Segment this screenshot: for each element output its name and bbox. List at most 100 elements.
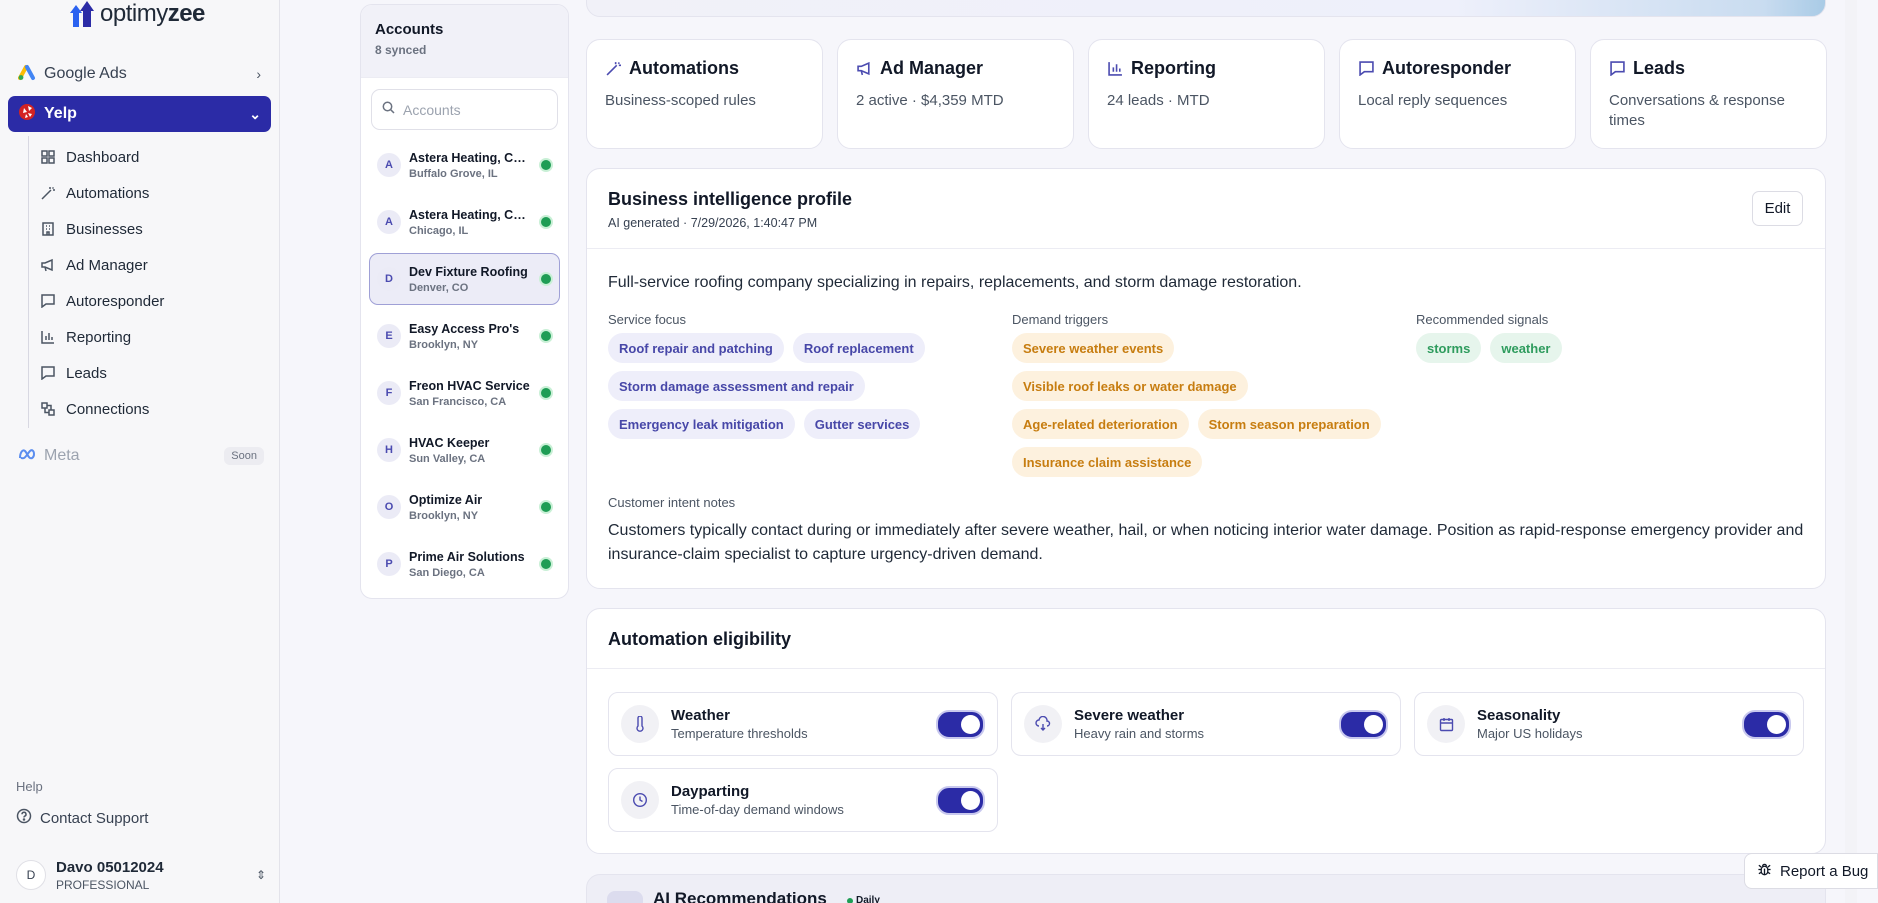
nav-google-ads[interactable]: Google Ads › — [8, 56, 271, 92]
account-item[interactable]: E Easy Access Pro's Brooklyn, NY — [369, 310, 560, 362]
trigger-chip: Severe weather events — [1012, 333, 1175, 363]
wand-icon — [605, 61, 621, 77]
user-menu[interactable]: D Davo 05012024 PROFESSIONAL ⇕ — [16, 854, 266, 896]
chat-icon — [1609, 61, 1625, 77]
demand-triggers-label: Demand triggers — [1012, 312, 1109, 327]
nav-meta: Meta Soon — [18, 443, 264, 469]
status-dot — [539, 158, 553, 172]
account-location: San Diego, CA — [409, 566, 485, 579]
card-title: Ad Manager — [880, 58, 984, 78]
card-ad-manager[interactable]: Ad Manager 2 active · $4,359 MTD — [837, 39, 1074, 149]
status-dot — [539, 443, 553, 457]
grid-icon — [40, 149, 56, 165]
account-location: Brooklyn, NY — [409, 338, 479, 351]
eligibility-header: Automation eligibility — [587, 609, 1825, 669]
eligibility-seasonality: Seasonality Major US holidays — [1414, 692, 1804, 756]
chat-icon — [40, 293, 56, 309]
eligibility-title-text: Dayparting — [671, 783, 750, 800]
subnav-ad-manager[interactable]: Ad Manager — [40, 250, 148, 280]
brand-name: optimyzee — [100, 0, 205, 27]
account-name: Optimize Air — [409, 492, 483, 507]
help-label: Help — [16, 779, 43, 794]
eligibility-dayparting: Dayparting Time-of-day demand windows — [608, 768, 998, 832]
report-bug-button[interactable]: Report a Bug — [1744, 853, 1878, 889]
ai-recommendations-panel: AI Recommendations Daily — [586, 874, 1826, 903]
user-name: Davo 05012024 — [56, 858, 164, 876]
megaphone-icon — [856, 61, 872, 77]
trigger-chip: Age-related deterioration — [1012, 409, 1189, 439]
service-chip: Roof repair and patching — [608, 333, 784, 363]
customer-intent-label: Customer intent notes — [608, 495, 736, 510]
accounts-count: 8 synced — [375, 43, 427, 57]
account-initial: H — [377, 438, 401, 462]
status-dot — [539, 215, 553, 229]
trigger-chip: Visible roof leaks or water damage — [1012, 371, 1248, 401]
card-autoresponder[interactable]: Autoresponder Local reply sequences — [1339, 39, 1576, 149]
account-name: Prime Air Solutions — [409, 549, 525, 564]
sidebar: optimyzee Google Ads › Yelp ⌄ Dashboard … — [0, 0, 280, 903]
service-chip: Roof replacement — [792, 333, 925, 363]
eligibility-title: Automation eligibility — [608, 629, 791, 649]
chevron-up-down-icon: ⇕ — [255, 868, 266, 882]
clock-icon — [621, 781, 659, 819]
severe-weather-toggle[interactable] — [1339, 709, 1388, 739]
logo-icon — [70, 1, 96, 27]
bip-header: Business intelligence profile AI generat… — [587, 169, 1825, 249]
nav-yelp[interactable]: Yelp ⌄ — [8, 96, 271, 132]
chat-icon — [40, 365, 56, 381]
account-item[interactable]: O Optimize Air Brooklyn, NY — [369, 481, 560, 533]
brand-logo[interactable]: optimyzee — [70, 0, 205, 28]
card-leads[interactable]: Leads Conversations & response times — [1590, 39, 1827, 149]
dayparting-toggle[interactable] — [936, 785, 985, 815]
search-icon — [382, 101, 395, 119]
account-initial: D — [377, 267, 401, 291]
card-title: Autoresponder — [1382, 58, 1512, 78]
account-location: Denver, CO — [409, 281, 469, 294]
accounts-search-input[interactable] — [403, 101, 543, 118]
contact-support-link[interactable]: Contact Support — [16, 808, 148, 828]
account-name: HVAC Keeper — [409, 435, 490, 450]
help-circle-icon — [16, 808, 32, 828]
account-item[interactable]: A Astera Heating, Cooling Buffalo Grove, … — [369, 139, 560, 191]
sparkle-icon — [607, 891, 643, 903]
calendar-icon — [1427, 705, 1465, 743]
account-item[interactable]: F Freon HVAC Service San Francisco, CA — [369, 367, 560, 419]
card-automations[interactable]: Automations Business-scoped rules — [586, 39, 823, 149]
subnav-dashboard[interactable]: Dashboard — [40, 142, 139, 172]
yelp-icon — [18, 103, 36, 126]
service-chip: Storm damage assessment and repair — [608, 371, 865, 401]
weather-toggle[interactable] — [936, 709, 985, 739]
accounts-panel: Accounts 8 synced A Astera Heating, Cool… — [360, 4, 569, 599]
seasonality-toggle[interactable] — [1742, 709, 1791, 739]
service-chip: Gutter services — [803, 409, 921, 439]
account-initial: A — [377, 153, 401, 177]
account-item[interactable]: A Astera Heating, Cooling Chicago, IL — [369, 196, 560, 248]
accounts-search[interactable] — [371, 89, 558, 130]
signal-chip: storms — [1416, 333, 1482, 363]
chat-icon — [1358, 61, 1374, 77]
bip-generated-meta: AI generated · 7/29/2026, 1:40:47 PM — [608, 216, 818, 230]
account-location: San Francisco, CA — [409, 395, 507, 408]
status-dot — [539, 557, 553, 571]
accounts-list: A Astera Heating, Cooling Buffalo Grove, … — [361, 139, 568, 590]
card-reporting[interactable]: Reporting 24 leads · MTD — [1088, 39, 1325, 149]
status-dot — [539, 386, 553, 400]
eligibility-subtitle: Major US holidays — [1477, 726, 1583, 741]
bip-title: Business intelligence profile — [608, 189, 853, 209]
subnav-autoresponder[interactable]: Autoresponder — [40, 286, 164, 316]
account-name: Dev Fixture Roofing — [409, 264, 528, 279]
service-focus-label: Service focus — [608, 312, 687, 327]
subnav-businesses[interactable]: Businesses — [40, 214, 143, 244]
subnav-automations[interactable]: Automations — [40, 178, 149, 208]
meta-icon — [18, 447, 36, 465]
card-subtitle: Local reply sequences — [1358, 92, 1508, 109]
eligibility-severe-weather: Severe weather Heavy rain and storms — [1011, 692, 1401, 756]
edit-button[interactable]: Edit — [1752, 191, 1803, 226]
account-item-selected[interactable]: D Dev Fixture Roofing Denver, CO — [369, 253, 560, 305]
account-item[interactable]: H HVAC Keeper Sun Valley, CA — [369, 424, 560, 476]
subnav-connections[interactable]: Connections — [40, 394, 149, 424]
account-item[interactable]: P Prime Air Solutions San Diego, CA — [369, 538, 560, 590]
subnav-leads[interactable]: Leads — [40, 358, 107, 388]
page-scrollbar[interactable] — [1845, 0, 1857, 903]
subnav-reporting[interactable]: Reporting — [40, 322, 131, 352]
